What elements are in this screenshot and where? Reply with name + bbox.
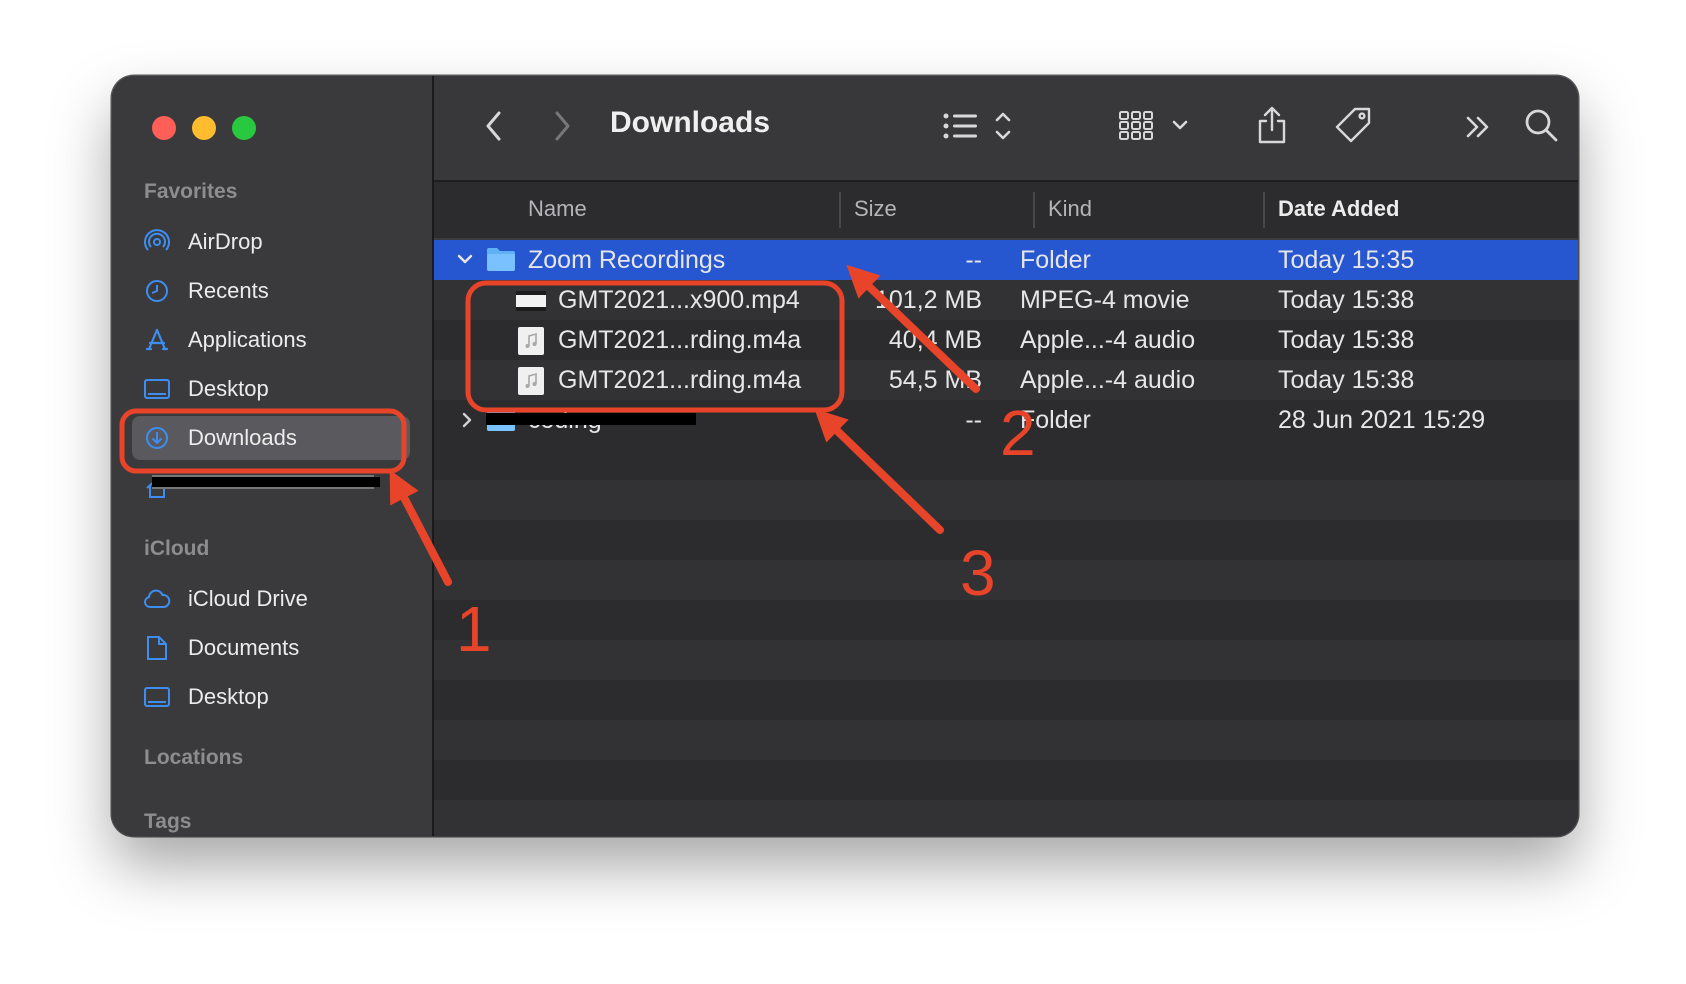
section-title-tags: Tags [144, 810, 192, 833]
file-kind: Apple...-4 audio [1020, 366, 1196, 394]
redaction-bar [486, 413, 696, 425]
empty-row [434, 640, 1578, 680]
toolbar: Downloads [434, 76, 1578, 182]
sidebar-item-label: iCloud Drive [188, 586, 308, 611]
audio-file-icon [518, 367, 544, 395]
column-header: Name Size Kind Date Added [434, 182, 1578, 240]
file-date: Today 15:35 [1278, 246, 1415, 274]
file-name: GMT2021...rding.m4a [558, 326, 802, 354]
file-kind: Apple...-4 audio [1020, 326, 1196, 354]
sidebar-item-icloud-drive[interactable]: iCloud Drive [132, 577, 410, 621]
download-icon [142, 423, 172, 453]
file-size: 54,5 MB [888, 366, 982, 394]
list-row-zoom-recordings[interactable]: Zoom Recordings -- Folder Today 15:35 [434, 240, 1578, 280]
annotation-number-1: 1 [456, 593, 492, 665]
sidebar-item-label: Applications [188, 327, 307, 352]
sidebar: Favorites AirDrop Recents Applications D… [112, 76, 434, 836]
sidebar-item-recents[interactable]: Recents [132, 269, 410, 313]
section-title-favorites: Favorites [144, 180, 238, 203]
zoom-button[interactable] [232, 116, 256, 140]
file-size: 101,2 MB [874, 286, 982, 314]
file-kind: MPEG-4 movie [1020, 286, 1190, 314]
file-kind: Folder [1020, 246, 1091, 274]
more-icon[interactable] [1458, 108, 1498, 146]
disclosure-collapsed-icon[interactable] [458, 411, 476, 429]
annotation-number-3: 3 [960, 537, 996, 609]
column-kind[interactable]: Kind [1048, 196, 1092, 222]
file-name: Zoom Recordings [528, 246, 726, 274]
list-view-icon[interactable] [942, 106, 1022, 146]
back-icon[interactable] [474, 106, 514, 146]
empty-row [434, 560, 1578, 600]
window-title: Downloads [610, 106, 771, 139]
column-name[interactable]: Name [528, 196, 587, 222]
list-row-audio-file[interactable]: GMT2021...rding.m4a 54,5 MB Apple...-4 a… [434, 360, 1578, 400]
section-title-locations: Locations [144, 746, 244, 769]
desktop-icon [142, 682, 172, 712]
sidebar-item-desktop[interactable]: Desktop [132, 367, 410, 411]
list-row-audio-file[interactable]: GMT2021...rding.m4a 40,4 MB Apple...-4 a… [434, 320, 1578, 360]
empty-row [434, 720, 1578, 760]
column-divider[interactable] [839, 192, 841, 228]
sidebar-item-label: Downloads [188, 425, 297, 450]
sidebar-item-applications[interactable]: Applications [132, 318, 410, 362]
section-title-icloud: iCloud [144, 537, 210, 560]
minimize-button[interactable] [192, 116, 216, 140]
grid-view-icon[interactable] [1118, 106, 1192, 146]
tag-icon[interactable] [1332, 104, 1376, 148]
file-name: GMT2021...x900.mp4 [558, 286, 800, 314]
file-size: -- [965, 246, 982, 274]
file-name: GMT2021...rding.m4a [558, 366, 802, 394]
sidebar-item-icloud-desktop[interactable]: Desktop [132, 675, 410, 719]
file-list: Zoom Recordings -- Folder Today 15:35 GM… [434, 240, 1578, 836]
sidebar-item-label: Desktop [188, 376, 269, 401]
search-icon[interactable] [1520, 104, 1562, 146]
sidebar-item-label: Documents [188, 635, 300, 660]
sidebar-item-label: Recents [188, 278, 269, 303]
audio-file-icon [518, 327, 544, 355]
empty-row [434, 800, 1578, 836]
finder-window: Favorites AirDrop Recents Applications D… [112, 76, 1578, 836]
file-date: Today 15:38 [1278, 366, 1415, 394]
clock-icon [142, 276, 172, 306]
folder-icon [486, 246, 516, 272]
redaction-bar [152, 477, 380, 487]
disclosure-expanded-icon[interactable] [456, 250, 474, 268]
file-size: -- [965, 406, 982, 434]
window-controls [152, 116, 256, 140]
list-row-video-file[interactable]: GMT2021...x900.mp4 101,2 MB MPEG-4 movie… [434, 280, 1578, 320]
video-file-icon [516, 291, 546, 311]
sidebar-item-label: AirDrop [188, 229, 263, 254]
applications-icon [142, 325, 172, 355]
empty-row [434, 480, 1578, 520]
column-divider[interactable] [1033, 192, 1035, 228]
document-icon [142, 633, 172, 663]
file-date: Today 15:38 [1278, 286, 1415, 314]
file-date: Today 15:38 [1278, 326, 1415, 354]
annotation-number-2: 2 [1000, 397, 1036, 469]
share-icon[interactable] [1252, 102, 1292, 148]
sidebar-item-documents[interactable]: Documents [132, 626, 410, 670]
column-size[interactable]: Size [854, 196, 897, 222]
column-date-added[interactable]: Date Added [1278, 196, 1399, 222]
column-divider[interactable] [1263, 192, 1265, 228]
desktop-icon [142, 374, 172, 404]
close-button[interactable] [152, 116, 176, 140]
forward-icon[interactable] [542, 106, 582, 146]
sidebar-item-airdrop[interactable]: AirDrop [132, 220, 410, 264]
sidebar-item-label: Desktop [188, 684, 269, 709]
airdrop-icon [142, 227, 172, 257]
cloud-icon [142, 584, 172, 614]
file-size: 40,4 MB [888, 326, 982, 354]
file-date: 28 Jun 2021 15:29 [1278, 406, 1486, 434]
sidebar-item-downloads[interactable]: Downloads [132, 416, 410, 460]
